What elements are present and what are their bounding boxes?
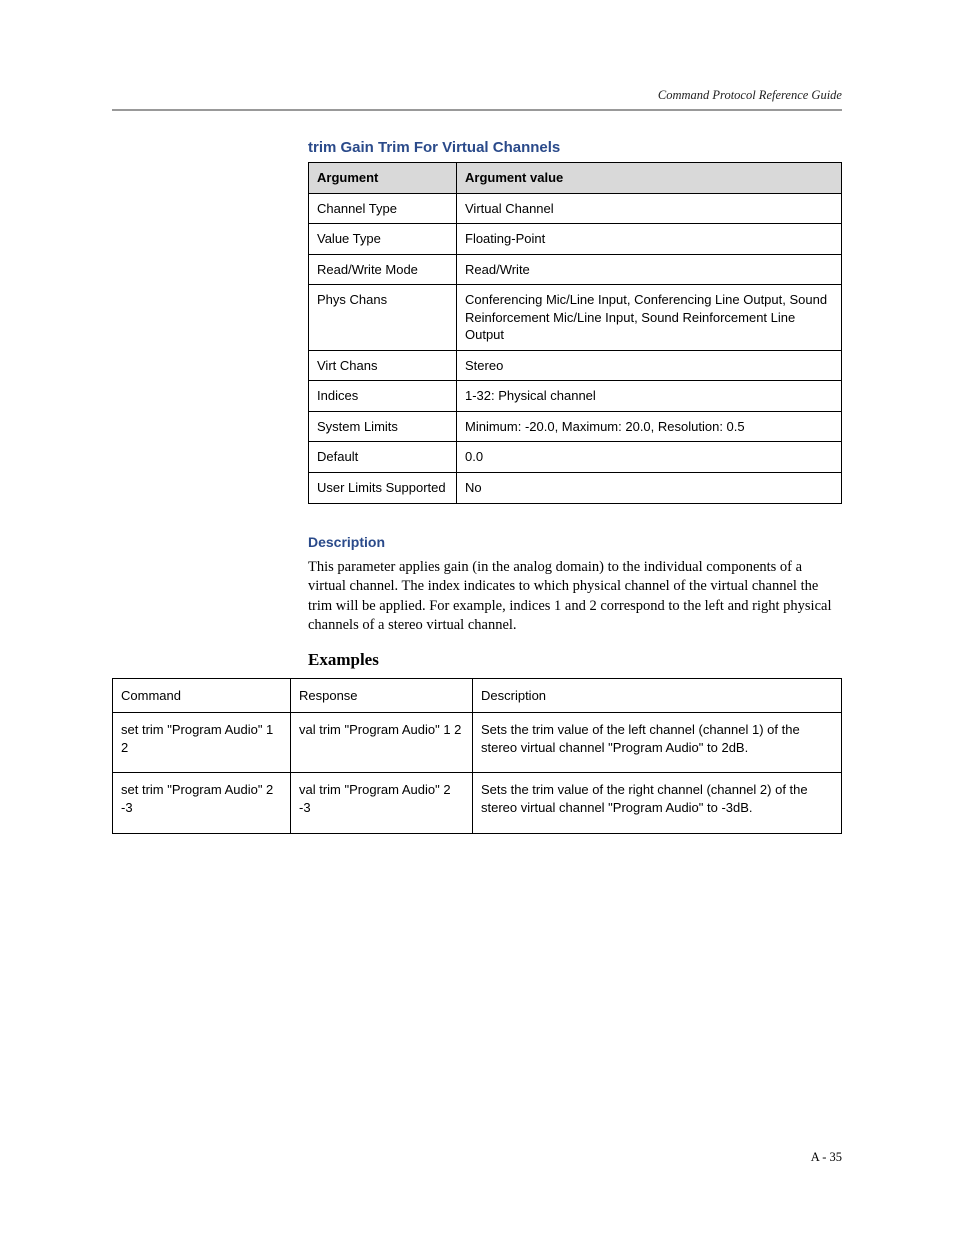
ex-command: set trim "Program Audio" 1 2 — [113, 713, 291, 773]
arg-name: System Limits — [309, 411, 457, 442]
arg-name: User Limits Supported — [309, 473, 457, 504]
table-header-row: Command Response Description — [113, 678, 842, 713]
arg-name: Read/Write Mode — [309, 254, 457, 285]
arg-value: Virtual Channel — [457, 193, 842, 224]
running-header: Command Protocol Reference Guide — [112, 88, 842, 103]
table-row: set trim "Program Audio" 1 2 val trim "P… — [113, 713, 842, 773]
arg-value: Floating-Point — [457, 224, 842, 255]
table-row: set trim "Program Audio" 2 -3 val trim "… — [113, 773, 842, 833]
table-row: Default 0.0 — [309, 442, 842, 473]
page: Command Protocol Reference Guide trim Ga… — [0, 0, 954, 1235]
arg-name: Channel Type — [309, 193, 457, 224]
ex-response: val trim "Program Audio" 1 2 — [291, 713, 473, 773]
ex-header-description: Description — [473, 678, 842, 713]
section-title: trim Gain Trim For Virtual Channels — [308, 139, 842, 156]
main-content: trim Gain Trim For Virtual Channels Argu… — [308, 139, 842, 670]
arg-value: 0.0 — [457, 442, 842, 473]
arg-header-argument: Argument — [309, 163, 457, 194]
table-row: Channel Type Virtual Channel — [309, 193, 842, 224]
arg-value: Read/Write — [457, 254, 842, 285]
table-header-row: Argument Argument value — [309, 163, 842, 194]
arg-value: Conferencing Mic/Line Input, Conferencin… — [457, 285, 842, 351]
page-number: A - 35 — [811, 1150, 842, 1165]
arg-name: Phys Chans — [309, 285, 457, 351]
ex-command: set trim "Program Audio" 2 -3 — [113, 773, 291, 833]
table-row: Value Type Floating-Point — [309, 224, 842, 255]
table-row: Virt Chans Stereo — [309, 350, 842, 381]
arg-header-value: Argument value — [457, 163, 842, 194]
arg-value: 1-32: Physical channel — [457, 381, 842, 412]
ex-header-response: Response — [291, 678, 473, 713]
table-row: User Limits Supported No — [309, 473, 842, 504]
ex-description: Sets the trim value of the left channel … — [473, 713, 842, 773]
table-row: Indices 1-32: Physical channel — [309, 381, 842, 412]
examples-heading: Examples — [308, 650, 842, 670]
ex-response: val trim "Program Audio" 2 -3 — [291, 773, 473, 833]
description-heading: Description — [308, 534, 842, 550]
header-rule — [112, 109, 842, 111]
ex-header-command: Command — [113, 678, 291, 713]
argument-table: Argument Argument value Channel Type Vir… — [308, 162, 842, 504]
arg-value: Minimum: -20.0, Maximum: 20.0, Resolutio… — [457, 411, 842, 442]
table-row: Read/Write Mode Read/Write — [309, 254, 842, 285]
arg-value: No — [457, 473, 842, 504]
arg-name: Value Type — [309, 224, 457, 255]
table-row: System Limits Minimum: -20.0, Maximum: 2… — [309, 411, 842, 442]
description-body: This parameter applies gain (in the anal… — [308, 558, 842, 636]
arg-name: Default — [309, 442, 457, 473]
arg-value: Stereo — [457, 350, 842, 381]
ex-description: Sets the trim value of the right channel… — [473, 773, 842, 833]
table-row: Phys Chans Conferencing Mic/Line Input, … — [309, 285, 842, 351]
examples-table: Command Response Description set trim "P… — [112, 678, 842, 834]
arg-name: Indices — [309, 381, 457, 412]
arg-name: Virt Chans — [309, 350, 457, 381]
